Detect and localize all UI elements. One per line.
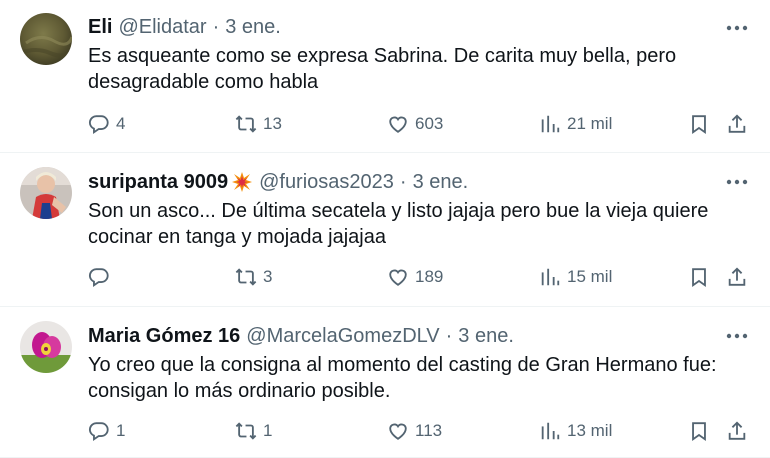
more-horizontal-icon[interactable] <box>724 169 750 195</box>
retweet-button[interactable]: 13 <box>235 109 282 139</box>
bookmark-button[interactable] <box>688 109 710 139</box>
views-button[interactable]: 21 mil <box>539 109 612 139</box>
avatar[interactable] <box>20 321 72 373</box>
share-button[interactable] <box>726 416 748 446</box>
retweet-button[interactable]: 3 <box>235 262 272 292</box>
timestamp[interactable]: 3 ene. <box>413 171 469 194</box>
action-bar: 1 1 113 13 mil <box>88 416 768 446</box>
reply-button[interactable] <box>88 262 116 292</box>
collision-emoji-icon <box>232 172 253 192</box>
tweet-header: Maria Gómez 16 @MarcelaGomezDLV · 3 ene. <box>88 322 710 350</box>
retweet-icon <box>235 420 257 442</box>
tweet-text: Yo creo que la consigna al momento del c… <box>88 354 717 402</box>
tweet-text: Es asqueante como se expresa Sabrina. De… <box>88 45 677 93</box>
tweet-header: suripanta 9009 @furiosas2023 · 3 ene. <box>88 168 710 196</box>
retweet-button[interactable]: 1 <box>235 416 272 446</box>
retweet-icon <box>235 266 257 288</box>
share-button[interactable] <box>726 109 748 139</box>
action-bar: 4 13 603 21 mil <box>88 109 768 139</box>
bookmark-icon <box>688 420 710 442</box>
user-handle[interactable]: @MarcelaGomezDLV <box>246 325 439 348</box>
tweet-2[interactable]: suripanta 9009 @furiosas2023 · 3 ene. So… <box>0 153 770 307</box>
views-button[interactable]: 15 mil <box>539 262 612 292</box>
retweet-count: 13 <box>263 114 282 133</box>
like-count: 189 <box>415 267 444 286</box>
tweet-header: Eli @Elidatar · 3 ene. <box>88 13 710 41</box>
tweet-text: Son un asco... De última secatela y list… <box>88 200 709 248</box>
timestamp[interactable]: 3 ene. <box>458 325 514 348</box>
action-bar: 3 189 15 mil <box>88 262 768 292</box>
share-icon <box>726 420 748 442</box>
views-bar-chart-icon <box>539 420 561 442</box>
share-icon <box>726 266 748 288</box>
heart-icon <box>387 113 409 135</box>
like-button[interactable]: 189 <box>387 262 443 292</box>
display-name[interactable]: suripanta 9009 <box>88 171 228 194</box>
like-count: 603 <box>415 114 444 133</box>
bookmark-icon <box>688 113 710 135</box>
like-count: 113 <box>415 421 443 440</box>
bookmark-icon <box>688 266 710 288</box>
user-handle[interactable]: @Elidatar <box>118 16 206 39</box>
heart-icon <box>387 266 409 288</box>
avatar[interactable] <box>20 167 72 219</box>
views-button[interactable]: 13 mil <box>539 416 612 446</box>
reply-button[interactable]: 4 <box>88 109 125 139</box>
more-horizontal-icon[interactable] <box>724 323 750 349</box>
avatar[interactable] <box>20 13 72 65</box>
share-button[interactable] <box>726 262 748 292</box>
separator: · <box>212 15 220 38</box>
views-bar-chart-icon <box>539 266 561 288</box>
tweet-3[interactable]: Maria Gómez 16 @MarcelaGomezDLV · 3 ene.… <box>0 307 770 458</box>
bookmark-button[interactable] <box>688 262 710 292</box>
display-name[interactable]: Maria Gómez 16 <box>88 325 240 348</box>
like-button[interactable]: 113 <box>387 416 442 446</box>
retweet-icon <box>235 113 257 135</box>
like-button[interactable]: 603 <box>387 109 443 139</box>
share-icon <box>726 113 748 135</box>
bookmark-button[interactable] <box>688 416 710 446</box>
timestamp[interactable]: 3 ene. <box>225 16 281 39</box>
views-bar-chart-icon <box>539 113 561 135</box>
views-count: 13 mil <box>567 421 613 440</box>
reply-icon <box>88 266 110 288</box>
separator: · <box>399 170 407 193</box>
heart-icon <box>387 420 409 442</box>
reply-count: 4 <box>116 114 126 133</box>
views-count: 21 mil <box>567 114 613 133</box>
reply-count: 1 <box>116 421 126 440</box>
reply-icon <box>88 420 110 442</box>
reply-button[interactable]: 1 <box>88 416 125 446</box>
more-horizontal-icon[interactable] <box>724 15 750 41</box>
display-name[interactable]: Eli <box>88 16 112 39</box>
retweet-count: 1 <box>263 421 273 440</box>
reply-icon <box>88 113 110 135</box>
retweet-count: 3 <box>263 267 273 286</box>
tweet-1[interactable]: Eli @Elidatar · 3 ene. Es asqueante como… <box>0 0 770 153</box>
views-count: 15 mil <box>567 267 613 286</box>
separator: · <box>445 324 453 347</box>
user-handle[interactable]: @furiosas2023 <box>259 171 394 194</box>
